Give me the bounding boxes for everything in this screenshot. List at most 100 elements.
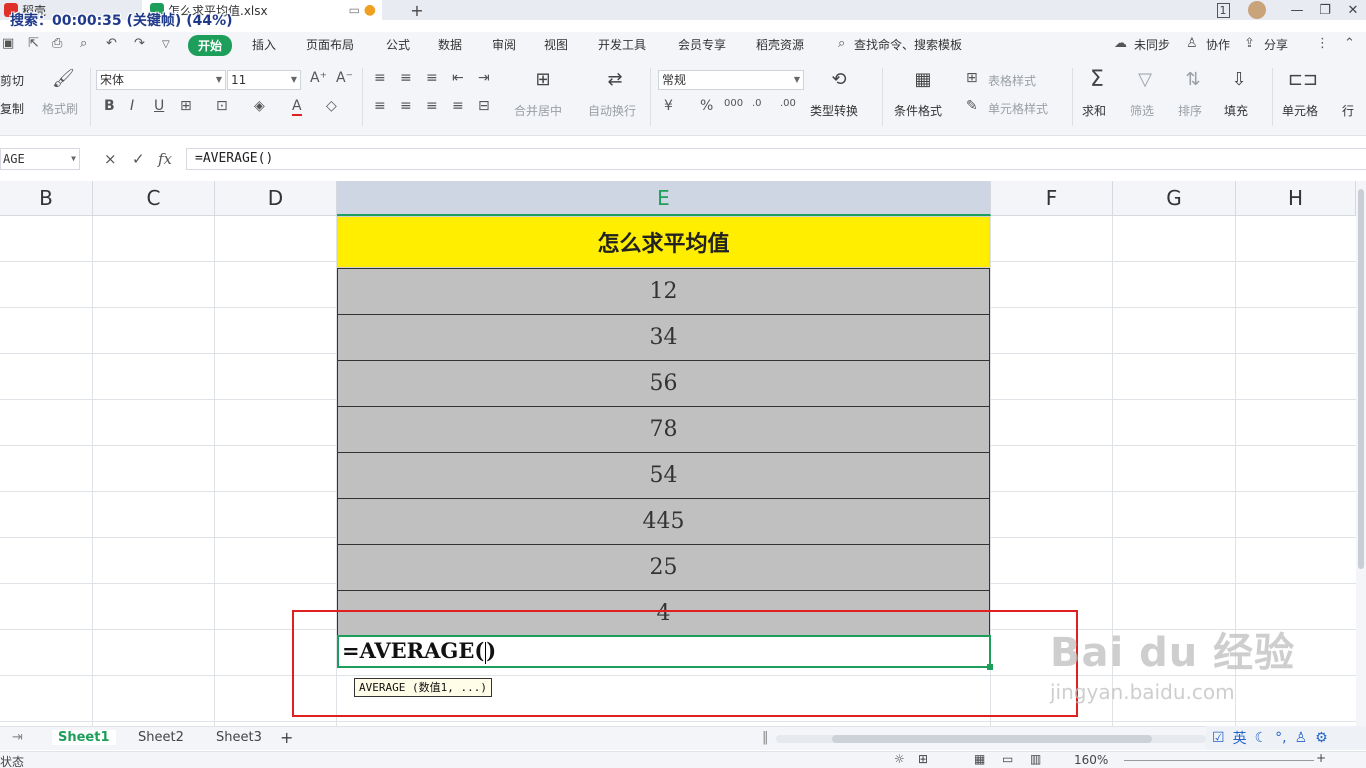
vertical-scrollbar[interactable]	[1356, 181, 1366, 726]
formula-input[interactable]: =AVERAGE()	[186, 148, 1366, 170]
data-cell[interactable]: 54	[337, 453, 990, 499]
thousands-icon[interactable]: 000	[724, 98, 743, 109]
column-header-c[interactable]: C	[93, 181, 215, 216]
align-bottom-icon[interactable]: ≡	[426, 70, 438, 86]
sort-icon[interactable]: ⇅	[1176, 66, 1210, 92]
fx-icon[interactable]: fx	[158, 150, 172, 168]
align-right-icon[interactable]: ≡	[426, 98, 438, 114]
filter-icon[interactable]: ▽	[1128, 66, 1162, 92]
align-middle-icon[interactable]: ≡	[400, 70, 412, 86]
sync-status[interactable]: 未同步	[1134, 36, 1170, 53]
border-icon[interactable]: ⊞	[180, 98, 192, 114]
fill-color-icon[interactable]: ◈	[254, 98, 265, 114]
export-icon[interactable]: ⇱	[28, 36, 39, 51]
align-top-icon[interactable]: ≡	[374, 70, 386, 86]
cell-style-icon[interactable]: ⊡	[216, 98, 228, 114]
sum-icon[interactable]: Σ	[1080, 66, 1114, 92]
decrease-font-icon[interactable]: A⁻	[336, 70, 353, 86]
align-center-icon[interactable]: ≡	[400, 98, 412, 114]
column-header-d[interactable]: D	[215, 181, 337, 216]
justify-icon[interactable]: ≡	[452, 98, 464, 114]
normal-view-icon[interactable]: ▦	[974, 752, 985, 766]
cell-style-brush-icon[interactable]: ✎	[966, 98, 978, 114]
ime-mode[interactable]: 英	[1233, 728, 1247, 748]
scroll-thumb[interactable]	[832, 735, 1152, 743]
column-header-h[interactable]: H	[1236, 181, 1356, 216]
cond-format-icon[interactable]: ▦	[906, 66, 940, 92]
type-convert-icon[interactable]: ⟲	[822, 66, 856, 92]
tab-view[interactable]: 视图	[544, 36, 568, 53]
page-layout-view-icon[interactable]: ▭	[1002, 752, 1013, 766]
table-style-icon[interactable]: ⊞	[966, 70, 978, 86]
align-left-icon[interactable]: ≡	[374, 98, 386, 114]
decrease-decimal-icon[interactable]: .00	[780, 98, 796, 109]
sum-button[interactable]: 求和	[1082, 102, 1106, 119]
table-style-button[interactable]: 表格样式	[988, 72, 1036, 89]
cancel-icon[interactable]: ×	[104, 150, 117, 168]
view-mode-icon[interactable]: ⊞	[918, 752, 928, 766]
new-tab-button[interactable]: +	[404, 0, 430, 20]
first-sheet-icon[interactable]: ⇥	[12, 730, 23, 745]
auto-wrap-icon[interactable]: ⇄	[598, 66, 632, 92]
scroll-thumb[interactable]	[1358, 189, 1364, 569]
merge-center-icon[interactable]: ⊞	[526, 66, 560, 92]
user-icon[interactable]: ♙	[1295, 730, 1308, 746]
cell-style-button[interactable]: 单元格样式	[988, 100, 1048, 117]
font-size-select[interactable]: 11 ▼	[227, 70, 301, 90]
ime-check-icon[interactable]: ☑	[1212, 730, 1225, 746]
sort-button[interactable]: 排序	[1178, 102, 1202, 119]
zoom-in-icon[interactable]: +	[1316, 751, 1326, 765]
header-cell[interactable]: 怎么求平均值	[337, 216, 990, 268]
page-break-view-icon[interactable]: ▥	[1030, 752, 1041, 766]
tab-page-layout[interactable]: 页面布局	[306, 36, 354, 53]
fill-icon[interactable]: ⇩	[1222, 66, 1256, 92]
format-painter-button[interactable]: 格式刷	[42, 100, 78, 117]
data-cell[interactable]: 445	[337, 499, 990, 545]
avatar[interactable]	[1244, 0, 1270, 20]
tab-formulas[interactable]: 公式	[386, 36, 410, 53]
collapse-ribbon-icon[interactable]: ⌃	[1344, 36, 1355, 51]
name-box[interactable]: AGE ▼	[0, 148, 80, 170]
number-format-select[interactable]: 常规 ▼	[658, 70, 804, 90]
data-cell[interactable]: 34	[337, 315, 990, 361]
format-painter-icon[interactable]: 🖌	[52, 68, 75, 89]
confirm-icon[interactable]: ✓	[132, 150, 145, 168]
punct-icon[interactable]: °,	[1275, 730, 1286, 746]
distribute-icon[interactable]: ⊟	[478, 98, 490, 114]
save-icon[interactable]: ▣	[2, 36, 14, 51]
indent-decrease-icon[interactable]: ⇤	[452, 70, 464, 86]
collab-button[interactable]: 协作	[1206, 36, 1230, 53]
close-icon[interactable]: ✕	[1340, 0, 1366, 20]
auto-wrap-button[interactable]: 自动换行	[588, 102, 636, 119]
row-button[interactable]: 行	[1342, 102, 1354, 119]
column-header-e[interactable]: E	[337, 181, 991, 216]
italic-icon[interactable]: I	[130, 98, 134, 114]
cell-button[interactable]: 单元格	[1282, 102, 1318, 119]
undo-icon[interactable]: ↶	[106, 36, 117, 51]
clear-icon[interactable]: ◇	[326, 98, 337, 114]
column-header-b[interactable]: B	[0, 181, 93, 216]
column-header-g[interactable]: G	[1113, 181, 1236, 216]
command-search[interactable]: 查找命令、搜索模板	[854, 36, 962, 53]
monitor-icon[interactable]: ▭	[349, 3, 360, 17]
cell-icon[interactable]: ⊏⊐	[1286, 66, 1320, 92]
underline-icon[interactable]: U	[154, 98, 164, 114]
share-button[interactable]: 分享	[1264, 36, 1288, 53]
tab-docer-resources[interactable]: 稻壳资源	[756, 36, 804, 53]
data-cell[interactable]: 78	[337, 407, 990, 453]
redo-icon[interactable]: ↷	[134, 36, 145, 51]
increase-font-icon[interactable]: A⁺	[310, 70, 327, 86]
tab-splitter-icon[interactable]: ‖	[762, 730, 769, 745]
more-icon[interactable]: ⋮	[1316, 36, 1329, 51]
tab-insert[interactable]: 插入	[252, 36, 276, 53]
fill-button[interactable]: 填充	[1224, 102, 1248, 119]
sheet-tab-1[interactable]: Sheet1	[52, 730, 116, 745]
more-quick-icon[interactable]: ▽	[162, 39, 170, 50]
tab-member[interactable]: 会员专享	[678, 36, 726, 53]
column-header-f[interactable]: F	[991, 181, 1113, 216]
tab-home[interactable]: 开始	[188, 35, 233, 56]
tab-developer[interactable]: 开发工具	[598, 36, 646, 53]
increase-decimal-icon[interactable]: .0	[752, 98, 762, 109]
type-convert-button[interactable]: 类型转换	[810, 102, 858, 119]
data-cell[interactable]: 12	[337, 268, 990, 315]
